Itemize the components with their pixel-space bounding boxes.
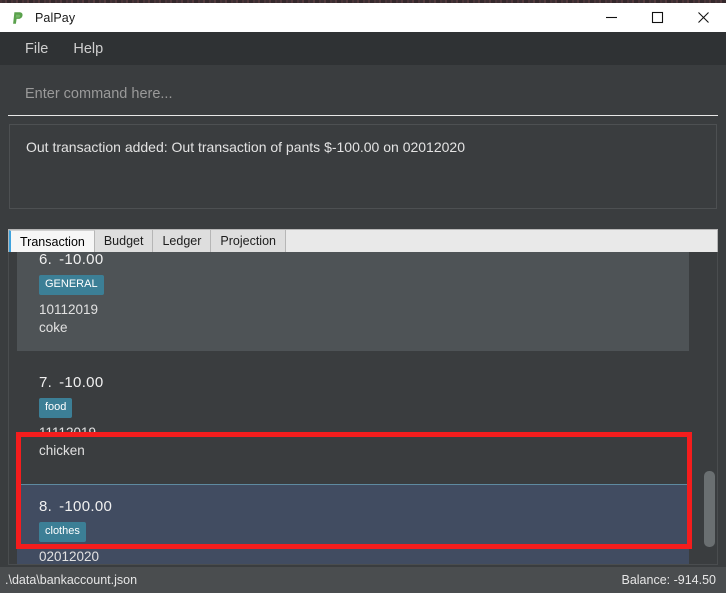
transaction-category-tag: food <box>39 398 73 418</box>
transaction-amount-line: 6. -10.00 <box>39 252 689 268</box>
window-title: PalPay <box>35 10 76 25</box>
table-row[interactable]: 8.-100.00 clothes 02012020 pants <box>17 484 689 564</box>
table-row[interactable]: 6. -10.00 GENERAL 10112019 coke <box>17 252 689 351</box>
transaction-amount-line: 8. -100.00 <box>39 498 689 515</box>
transaction-index: 8. <box>39 498 53 515</box>
transaction-amount: -100.00 <box>59 498 113 515</box>
palpay-application-window: PalPay File Help Enter command here... O… <box>0 0 726 593</box>
table-row[interactable]: 7. -10.00 food 11112019 chicken <box>17 361 689 474</box>
scrollbar-thumb[interactable] <box>704 471 715 547</box>
command-input[interactable] <box>8 72 718 116</box>
tab-budget[interactable]: Budget <box>94 230 154 252</box>
tab-projection[interactable]: Projection <box>211 230 286 252</box>
status-file-path: .\data\bankaccount.json <box>5 573 138 587</box>
transaction-index: 6. <box>39 252 53 268</box>
transaction-amount: -10.00 <box>59 252 104 268</box>
transaction-description: coke <box>39 320 68 335</box>
palpay-p-logo-icon <box>10 10 26 26</box>
title-bar: PalPay <box>0 3 726 33</box>
tab-bar: Transaction Budget Ledger Projection <box>8 229 718 253</box>
menu-item-help[interactable]: Help <box>64 38 112 60</box>
message-output-panel: Out transaction added: Out transaction o… <box>9 124 717 209</box>
command-input-container <box>8 72 718 116</box>
message-text: Out transaction added: Out transaction o… <box>26 139 465 155</box>
window-controls <box>588 3 726 32</box>
close-button[interactable] <box>680 3 726 32</box>
transaction-description: chicken <box>39 443 85 458</box>
tab-transaction[interactable]: Transaction <box>9 230 95 252</box>
maximize-button[interactable] <box>634 3 680 32</box>
transaction-list-inner: 6. -10.00 GENERAL 10112019 coke 7. -10.00 … <box>17 252 697 564</box>
transaction-date: 11112019 <box>39 425 97 440</box>
status-balance: Balance: -914.50 <box>621 573 716 587</box>
menu-bar: File Help <box>0 32 726 65</box>
transaction-list-scrollbar[interactable] <box>702 253 717 564</box>
transaction-category-tag: clothes <box>39 522 86 542</box>
menu-item-file[interactable]: File <box>16 38 57 60</box>
transaction-amount: -10.00 <box>59 374 104 391</box>
transaction-category-tag: GENERAL <box>39 275 104 295</box>
transaction-amount-line: 7. -10.00 <box>39 374 689 391</box>
status-bar: .\data\bankaccount.json Balance: -914.50 <box>0 566 726 593</box>
minimize-button[interactable] <box>588 3 634 32</box>
transaction-index: 7. <box>39 374 53 391</box>
tab-ledger[interactable]: Ledger <box>153 230 212 252</box>
transaction-date: 02012020 <box>39 549 100 564</box>
transaction-date: 10112019 <box>39 302 99 317</box>
transaction-list[interactable]: 6. -10.00 GENERAL 10112019 coke 7. -10.00 … <box>8 252 718 565</box>
